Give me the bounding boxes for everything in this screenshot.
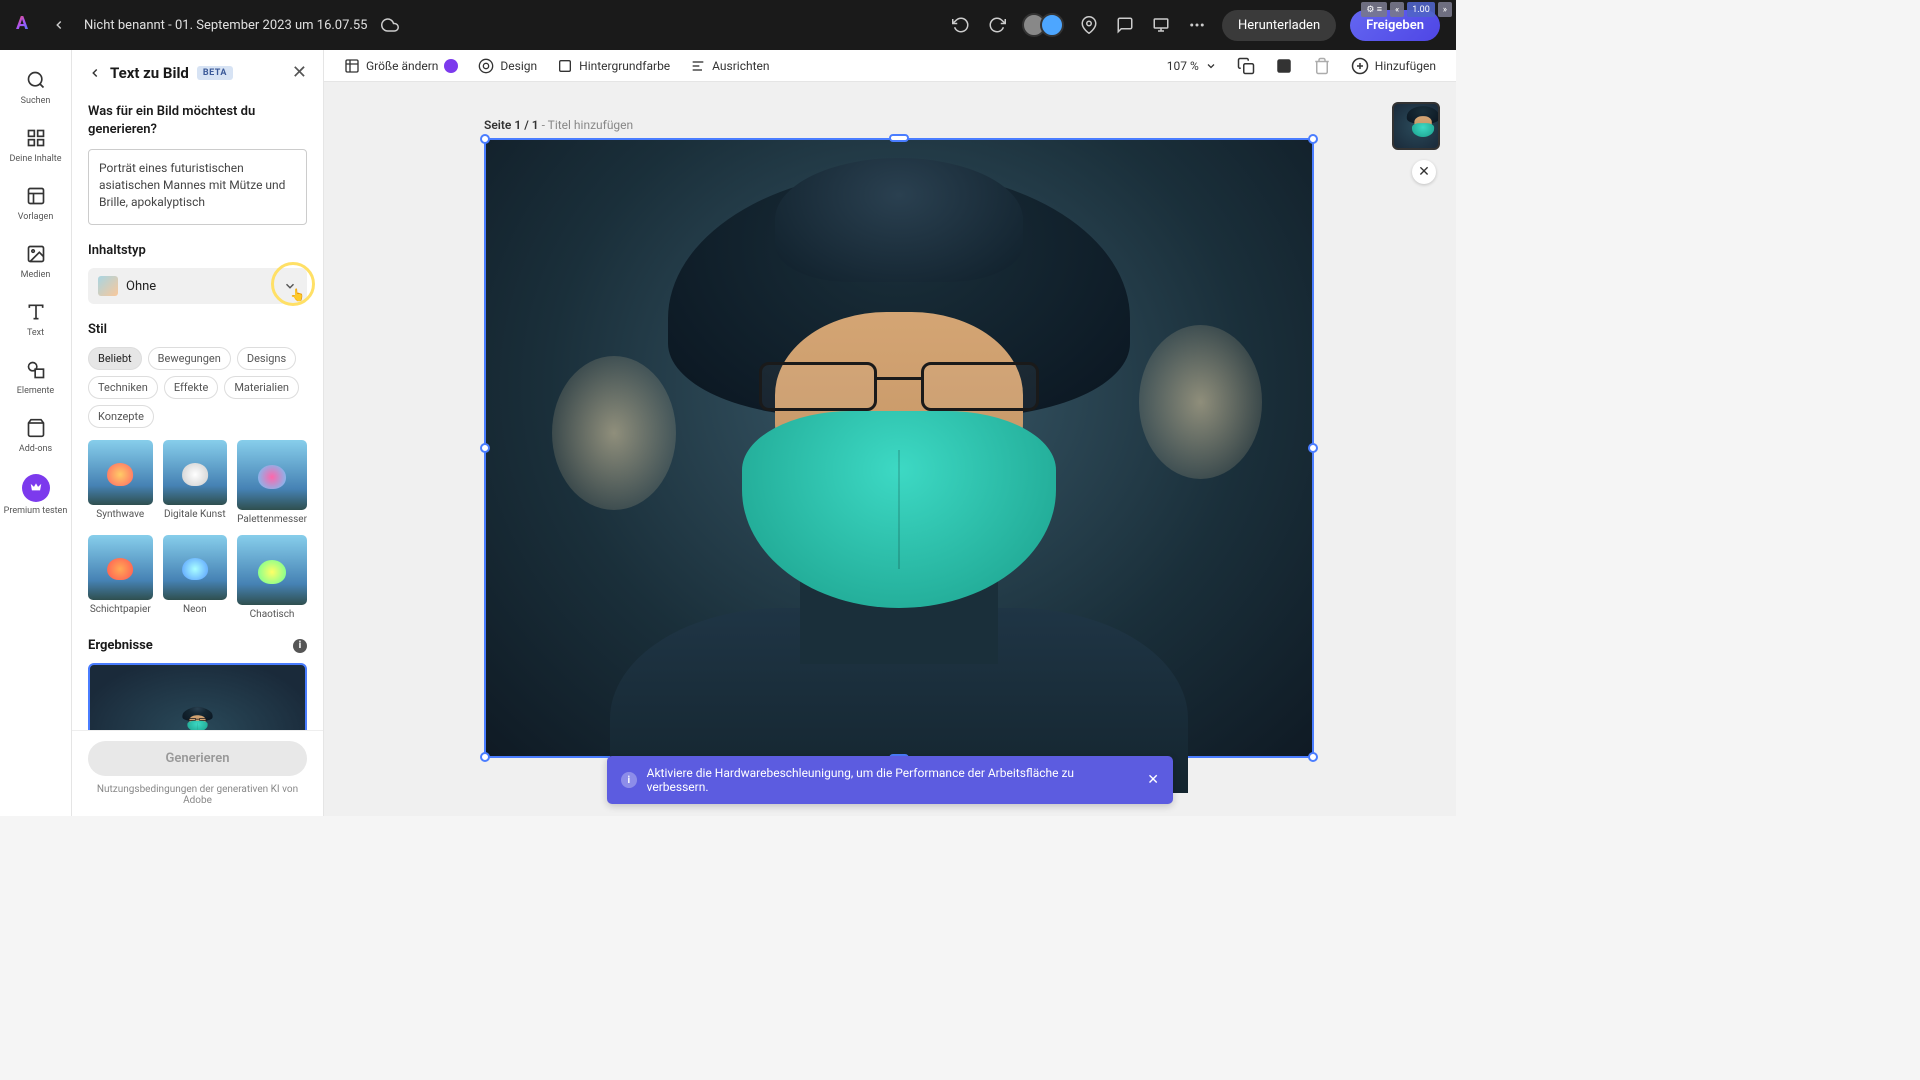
tb-align[interactable]: Ausrichten <box>690 58 769 74</box>
canvas-area[interactable]: Seite 1 / 1 - Titel hinzufügen ✕ i Aktiv <box>324 82 1456 816</box>
tb-ai-enhance[interactable] <box>1275 57 1293 75</box>
cloud-sync-icon[interactable] <box>379 14 401 36</box>
rail-templates[interactable]: Vorlagen <box>0 178 71 228</box>
generated-image[interactable] <box>486 140 1312 756</box>
style-label: Stil <box>88 322 307 337</box>
style-synthwave[interactable]: Synthwave <box>88 440 153 525</box>
generate-button[interactable]: Generieren <box>88 741 307 776</box>
collaborators[interactable] <box>1022 13 1064 37</box>
comment-icon[interactable] <box>1114 14 1136 36</box>
style-category-chips: Beliebt Bewegungen Designs Techniken Eff… <box>88 347 307 428</box>
present-icon[interactable] <box>1150 14 1172 36</box>
tb-resize[interactable]: Größe ändern <box>344 58 458 74</box>
info-icon[interactable]: i <box>293 639 307 653</box>
text-icon <box>24 300 48 324</box>
rail-addons[interactable]: Add-ons <box>0 410 71 460</box>
terms-link[interactable]: Nutzungsbedingungen der generativen KI v… <box>88 784 307 806</box>
results-label: Ergebnisse <box>88 638 153 653</box>
rail-your-content[interactable]: Deine Inhalte <box>0 120 71 170</box>
page-indicator[interactable]: Seite 1 / 1 - Titel hinzufügen <box>484 118 633 132</box>
chip-bewegungen[interactable]: Bewegungen <box>148 347 231 370</box>
style-schichtpapier[interactable]: Schichtpapier <box>88 535 153 620</box>
rail-premium[interactable]: Premium testen <box>0 468 71 522</box>
search-icon <box>24 68 48 92</box>
folder-icon <box>24 126 48 150</box>
panel-back-button[interactable] <box>88 66 102 80</box>
resize-handle-mr[interactable] <box>1308 443 1318 453</box>
tb-duplicate[interactable] <box>1237 57 1255 75</box>
beta-badge: BETA <box>197 66 233 80</box>
rail-media[interactable]: Medien <box>0 236 71 286</box>
shapes-icon <box>24 358 48 382</box>
ext-rewind[interactable]: « <box>1390 2 1404 17</box>
app-topbar: A Nicht benannt - 01. September 2023 um … <box>0 0 1456 50</box>
thumbnail-close-button[interactable]: ✕ <box>1412 160 1436 184</box>
artboard[interactable] <box>484 138 1314 758</box>
left-rail: Suchen Deine Inhalte Vorlagen Medien Tex… <box>0 50 72 816</box>
chip-materialien[interactable]: Materialien <box>224 376 299 399</box>
ext-speed[interactable]: 1.00 <box>1407 2 1435 17</box>
canvas-toolbar: Größe ändern Design Hintergrundfarbe Aus… <box>324 50 1456 82</box>
chip-konzepte[interactable]: Konzepte <box>88 405 154 428</box>
redo-button[interactable] <box>986 14 1008 36</box>
extension-overlay: ⚙ ≡ « 1.00 » <box>1361 2 1452 17</box>
premium-badge-icon <box>444 59 458 73</box>
prompt-label: Was für ein Bild möchtest du generieren? <box>88 103 307 139</box>
content-type-value: Ohne <box>126 279 275 294</box>
style-palettenmesser[interactable]: Palettenmesser <box>237 440 307 525</box>
download-button[interactable]: Herunterladen <box>1222 10 1336 41</box>
app-logo[interactable]: A <box>16 13 40 37</box>
toast-close-button[interactable]: ✕ <box>1147 772 1159 788</box>
tb-delete[interactable] <box>1313 57 1331 75</box>
media-icon <box>24 242 48 266</box>
tb-bgcolor[interactable]: Hintergrundfarbe <box>557 58 670 74</box>
resize-handle-tl[interactable] <box>480 134 490 144</box>
info-icon: i <box>621 772 637 788</box>
rail-search[interactable]: Suchen <box>0 62 71 112</box>
ext-forward[interactable]: » <box>1438 2 1452 17</box>
page-thumbnail[interactable] <box>1392 102 1440 150</box>
location-icon[interactable] <box>1078 14 1100 36</box>
style-neon[interactable]: Neon <box>163 535 228 620</box>
result-thumbnail[interactable] <box>88 663 307 730</box>
toast-message: Aktiviere die Hardwarebeschleunigung, um… <box>647 766 1128 794</box>
more-icon[interactable] <box>1186 14 1208 36</box>
crown-icon <box>22 474 50 502</box>
resize-handle-tr[interactable] <box>1308 134 1318 144</box>
tb-add[interactable]: Hinzufügen <box>1351 57 1436 75</box>
back-button[interactable] <box>52 18 72 32</box>
resize-handle-br[interactable] <box>1308 752 1318 762</box>
templates-icon <box>24 184 48 208</box>
chip-effekte[interactable]: Effekte <box>164 376 219 399</box>
content-type-dropdown[interactable]: Ohne 👆 <box>88 268 307 304</box>
resize-handle-mt[interactable] <box>889 134 909 142</box>
addons-icon <box>24 416 48 440</box>
zoom-control[interactable]: 107 % <box>1167 59 1217 73</box>
panel-close-button[interactable]: ✕ <box>292 62 307 83</box>
rail-text[interactable]: Text <box>0 294 71 344</box>
content-type-thumb <box>98 276 118 296</box>
prompt-input[interactable]: Porträt eines futuristischen asiatischen… <box>88 149 307 225</box>
avatar-2 <box>1040 13 1064 37</box>
style-digitale-kunst[interactable]: Digitale Kunst <box>163 440 228 525</box>
style-grid: Synthwave Digitale Kunst Palettenmesser … <box>88 440 307 620</box>
resize-handle-bl[interactable] <box>480 752 490 762</box>
chip-designs[interactable]: Designs <box>237 347 296 370</box>
rail-elements[interactable]: Elemente <box>0 352 71 402</box>
content-type-label: Inhaltstyp <box>88 243 307 258</box>
chip-beliebt[interactable]: Beliebt <box>88 347 142 370</box>
panel-title: Text zu Bild <box>110 64 189 82</box>
chip-techniken[interactable]: Techniken <box>88 376 158 399</box>
chevron-down-icon <box>283 279 297 293</box>
text-to-image-panel: Text zu Bild BETA ✕ Was für ein Bild möc… <box>72 50 324 816</box>
style-chaotisch[interactable]: Chaotisch <box>237 535 307 620</box>
panel-header: Text zu Bild BETA ✕ <box>72 50 323 95</box>
ext-settings[interactable]: ⚙ ≡ <box>1361 2 1387 17</box>
performance-toast: i Aktiviere die Hardwarebeschleunigung, … <box>607 756 1173 804</box>
resize-handle-ml[interactable] <box>480 443 490 453</box>
undo-button[interactable] <box>950 14 972 36</box>
tb-design[interactable]: Design <box>478 58 537 74</box>
document-title[interactable]: Nicht benannt - 01. September 2023 um 16… <box>84 18 367 33</box>
